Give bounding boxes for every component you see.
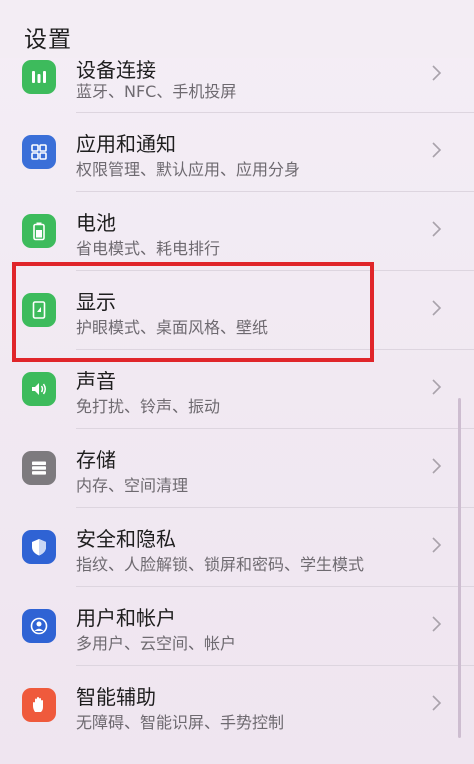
settings-item-subtitle: 权限管理、默认应用、应用分身 <box>76 160 301 179</box>
apps-grid-icon <box>22 135 56 169</box>
hand-icon <box>22 688 56 722</box>
battery-icon <box>22 214 56 248</box>
settings-item-label: 电池 <box>76 211 116 235</box>
chevron-right-icon <box>432 537 442 553</box>
scrollbar[interactable] <box>458 398 461 738</box>
chevron-right-icon <box>432 221 442 237</box>
settings-item-storage[interactable]: 存储 内存、空间清理 <box>0 429 474 507</box>
settings-item-users[interactable]: 用户和帐户 多用户、云空间、帐户 <box>0 587 474 665</box>
speaker-icon <box>22 372 56 406</box>
storage-icon <box>22 451 56 485</box>
settings-item-sound[interactable]: 声音 免打扰、铃声、振动 <box>0 350 474 428</box>
user-account-icon <box>22 609 56 643</box>
settings-item-subtitle: 指纹、人脸解锁、锁屏和密码、学生模式 <box>76 555 365 574</box>
settings-item-subtitle: 多用户、云空间、帐户 <box>76 634 237 653</box>
settings-item-label: 声音 <box>76 369 116 393</box>
page-title: 设置 <box>24 27 72 53</box>
settings-item-label: 智能辅助 <box>76 685 156 709</box>
settings-item-subtitle: 免打扰、铃声、振动 <box>76 397 221 416</box>
settings-item-security[interactable]: 安全和隐私 指纹、人脸解锁、锁屏和密码、学生模式 <box>0 508 474 586</box>
settings-item-subtitle: 护眼模式、桌面风格、壁纸 <box>76 318 269 337</box>
settings-item-subtitle: 无障碍、智能识屏、手势控制 <box>76 713 285 732</box>
settings-item-subtitle: 蓝牙、NFC、手机投屏 <box>76 82 237 101</box>
device-connection-icon <box>22 60 56 94</box>
shield-icon <box>22 530 56 564</box>
header-backdrop: 设置 <box>0 0 474 58</box>
chevron-right-icon <box>432 300 442 316</box>
chevron-right-icon <box>432 616 442 632</box>
settings-item-apps[interactable]: 应用和通知 权限管理、默认应用、应用分身 <box>0 113 474 191</box>
display-icon <box>22 293 56 327</box>
settings-item-label: 安全和隐私 <box>76 527 176 551</box>
settings-item-subtitle: 省电模式、耗电排行 <box>76 239 221 258</box>
chevron-right-icon <box>432 142 442 158</box>
chevron-right-icon <box>432 695 442 711</box>
settings-item-label: 应用和通知 <box>76 132 176 156</box>
settings-item-label: 用户和帐户 <box>76 606 176 630</box>
settings-item-label: 显示 <box>76 290 116 314</box>
settings-item-smart-assist[interactable]: 智能辅助 无障碍、智能识屏、手势控制 <box>0 666 474 744</box>
settings-item-battery[interactable]: 电池 省电模式、耗电排行 <box>0 192 474 270</box>
chevron-right-icon <box>432 65 442 81</box>
chevron-right-icon <box>432 379 442 395</box>
settings-item-label: 存储 <box>76 448 116 472</box>
settings-item-display[interactable]: 显示 护眼模式、桌面风格、壁纸 <box>0 271 474 349</box>
settings-item-subtitle: 内存、空间清理 <box>76 476 189 495</box>
chevron-right-icon <box>432 458 442 474</box>
